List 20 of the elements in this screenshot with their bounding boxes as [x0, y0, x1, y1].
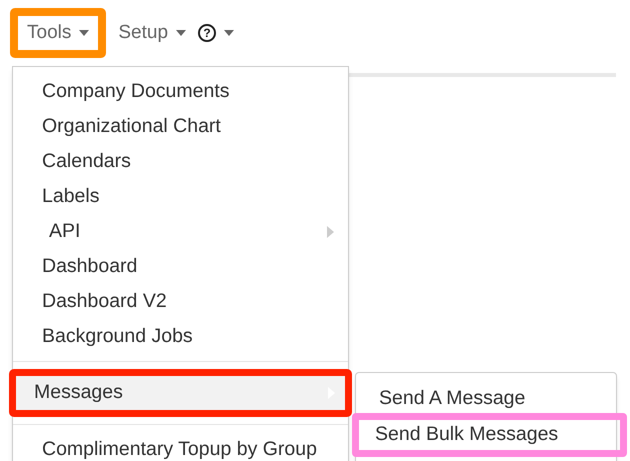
menu-item[interactable]: Dashboard — [13, 249, 348, 284]
submenu-item[interactable]: Send Bulk Messages — [352, 413, 627, 457]
menu-item[interactable]: Messages — [9, 369, 352, 417]
menu-item[interactable]: Background Jobs — [13, 319, 348, 354]
menu-item[interactable]: Dashboard V2 — [13, 284, 348, 319]
caret-icon — [224, 30, 234, 36]
menu-item[interactable]: Company Documents — [13, 74, 348, 109]
nav-menu[interactable]: Setup — [118, 8, 186, 58]
help-icon: ? — [198, 24, 216, 42]
caret-icon — [79, 30, 90, 36]
menu-item[interactable]: Labels — [13, 179, 348, 214]
submenu-item[interactable]: Send A Message — [356, 382, 616, 416]
menu-item[interactable]: Calendars — [13, 144, 348, 179]
menu-item[interactable]: Organizational Chart — [13, 109, 348, 144]
chevron-right-icon — [327, 226, 334, 238]
caret-icon — [176, 30, 186, 36]
nav-menu[interactable]: Tools — [10, 8, 106, 58]
menu-item[interactable]: API — [13, 214, 348, 249]
menu-item[interactable]: Complimentary Topup by Group — [13, 432, 348, 461]
help-menu[interactable]: ? — [198, 8, 234, 58]
